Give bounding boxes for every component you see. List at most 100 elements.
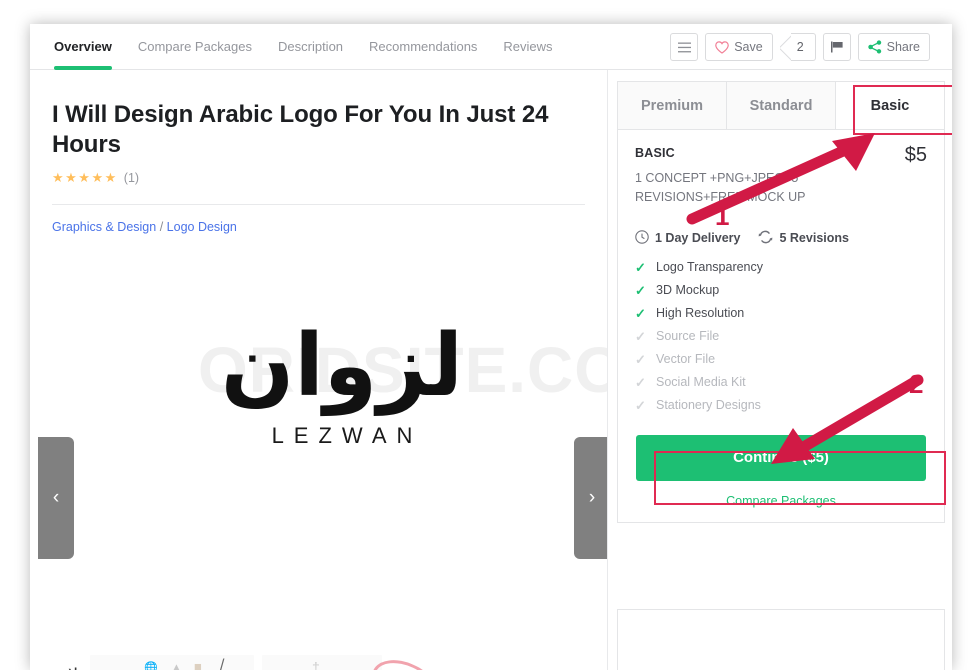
- gig-gallery: ORIDSITE.COM لزوان LEZWAN خط a-aziz-rash…: [30, 245, 607, 670]
- logo-latin-text: LEZWAN: [271, 423, 423, 448]
- gig-nav-tabs: Overview Compare Packages Description Re…: [54, 24, 566, 70]
- check-icon: ✓: [635, 374, 646, 390]
- share-icon: [867, 40, 882, 54]
- check-icon: ✓: [635, 328, 646, 344]
- check-icon: ✓: [635, 351, 646, 367]
- rating-row: ★★★★★ (1): [52, 169, 607, 187]
- logo-arabic-text: لزوان: [220, 316, 464, 416]
- package-feature-list: ✓ Logo Transparency ✓ 3D Mockup ✓ High R…: [635, 256, 927, 417]
- check-icon: ✓: [635, 397, 646, 413]
- report-button[interactable]: [822, 33, 851, 61]
- gallery-next-button[interactable]: ›: [574, 437, 607, 559]
- feature-label: Source File: [656, 329, 720, 344]
- title-divider: [52, 203, 585, 205]
- tab-package-standard-label: Standard: [749, 97, 813, 114]
- check-icon: ✓: [635, 282, 646, 298]
- feature-label: Vector File: [656, 352, 716, 367]
- menu-button[interactable]: [670, 33, 699, 61]
- tab-compare-packages-label: Compare Packages: [137, 39, 252, 54]
- revision-count-label: 5 Revisions: [779, 231, 849, 246]
- clock-icon: [635, 230, 649, 247]
- preview-ink-stroke: لا: [68, 665, 78, 670]
- delivery-time-label: 1 Day Delivery: [655, 231, 741, 246]
- gig-page: Overview Compare Packages Description Re…: [30, 24, 952, 670]
- feature-item: ✓ Logo Transparency: [635, 256, 927, 279]
- feature-item: ✓ High Resolution: [635, 302, 927, 325]
- feature-label: 3D Mockup: [656, 283, 720, 298]
- feature-item: ✓ Stationery Designs: [635, 394, 927, 417]
- tab-package-premium[interactable]: Premium: [618, 82, 727, 129]
- gallery-prev-button[interactable]: ‹: [38, 437, 74, 559]
- breadcrumb: Graphics & Design / Logo Design: [52, 220, 607, 234]
- tab-package-premium-label: Premium: [640, 97, 704, 114]
- gig-navigation-bar: Overview Compare Packages Description Re…: [30, 24, 952, 70]
- collect-notch: [780, 33, 791, 61]
- share-button[interactable]: Share: [857, 33, 930, 61]
- collect-count-button[interactable]: 2: [780, 33, 816, 61]
- tab-package-standard[interactable]: Standard: [727, 82, 836, 129]
- package-body: BASIC $5 1 CONCEPT +PNG+JPEG+5 REVISIONS…: [618, 130, 944, 522]
- tab-compare-packages[interactable]: Compare Packages: [125, 24, 265, 70]
- breadcrumb-subcategory[interactable]: Logo Design: [167, 220, 237, 234]
- heart-icon: [715, 40, 729, 54]
- feature-item: ✓ Vector File: [635, 348, 927, 371]
- feature-item: ✓ Social Media Kit: [635, 371, 927, 394]
- gig-action-toolbar: Save 2 Share: [670, 33, 930, 61]
- revision-count: 5 Revisions: [758, 230, 849, 247]
- continue-button-wrap: Continue ($5): [635, 434, 927, 481]
- delivery-time: 1 Day Delivery: [635, 230, 740, 247]
- package-card: Premium Standard Basic BASIC $5 1 CONCEP…: [617, 81, 945, 523]
- compare-packages-link[interactable]: Compare Packages: [635, 494, 927, 522]
- feature-label: Stationery Designs: [656, 398, 761, 413]
- flag-icon: [830, 40, 844, 54]
- tab-reviews[interactable]: Reviews: [490, 24, 565, 70]
- tab-reviews-label: Reviews: [503, 39, 553, 54]
- tab-description-label: Description: [278, 39, 344, 54]
- preview-block-2: [262, 655, 382, 670]
- feature-item: ✓ Source File: [635, 325, 927, 348]
- package-header: BASIC $5: [635, 144, 927, 166]
- feature-label: Logo Transparency: [656, 260, 764, 275]
- package-tabs: Premium Standard Basic: [618, 82, 944, 130]
- preview-pen-icon: ▲: [170, 660, 183, 670]
- preview-slash-icon: /: [220, 657, 225, 670]
- page-title: I Will Design Arabic Logo For You In Jus…: [52, 101, 549, 159]
- gig-main-column: I Will Design Arabic Logo For You In Jus…: [30, 70, 608, 670]
- chevron-right-icon: ›: [588, 487, 596, 508]
- hamburger-icon: [677, 42, 691, 53]
- package-price: $5: [904, 144, 927, 166]
- star-rating-icon: ★★★★★: [52, 169, 118, 185]
- tab-package-basic[interactable]: Basic: [836, 82, 944, 129]
- tab-overview-label: Overview: [54, 39, 112, 54]
- continue-button[interactable]: Continue ($5): [636, 434, 926, 481]
- chevron-left-icon: ‹: [52, 487, 60, 508]
- check-icon: ✓: [635, 259, 646, 275]
- tab-recommendations[interactable]: Recommendations: [356, 24, 490, 70]
- collect-count-value: 2: [790, 33, 816, 61]
- breadcrumb-separator: /: [159, 219, 164, 234]
- preview-mark-icon: †: [312, 659, 320, 670]
- package-description: 1 CONCEPT +PNG+JPEG+5 REVISIONS+FREE MOC…: [635, 171, 806, 205]
- feature-label: Social Media Kit: [656, 375, 746, 390]
- check-icon: ✓: [635, 305, 646, 321]
- save-button[interactable]: Save: [705, 33, 773, 61]
- package-name: BASIC: [635, 146, 675, 160]
- tab-description[interactable]: Description: [265, 24, 356, 70]
- preview-globe-icon: 🌐: [144, 662, 158, 670]
- preview-card-icon: ■: [194, 659, 202, 670]
- gig-sidebar: Premium Standard Basic BASIC $5 1 CONCEP…: [609, 70, 952, 670]
- refresh-icon: [758, 230, 773, 247]
- feature-label: High Resolution: [656, 306, 745, 321]
- feature-item: ✓ 3D Mockup: [635, 279, 927, 302]
- save-label: Save: [734, 40, 763, 54]
- screenshot-stage: Overview Compare Packages Description Re…: [0, 0, 980, 670]
- gallery-image: لزوان LEZWAN: [212, 323, 472, 449]
- package-meta-row: 1 Day Delivery 5 Revisions: [635, 230, 927, 247]
- tab-package-basic-label: Basic: [870, 97, 910, 114]
- seller-card: [617, 609, 945, 670]
- tab-overview[interactable]: Overview: [54, 24, 125, 70]
- tab-recommendations-label: Recommendations: [369, 39, 478, 54]
- rating-count: (1): [123, 170, 140, 185]
- share-label: Share: [886, 40, 920, 54]
- breadcrumb-category[interactable]: Graphics & Design: [52, 220, 156, 234]
